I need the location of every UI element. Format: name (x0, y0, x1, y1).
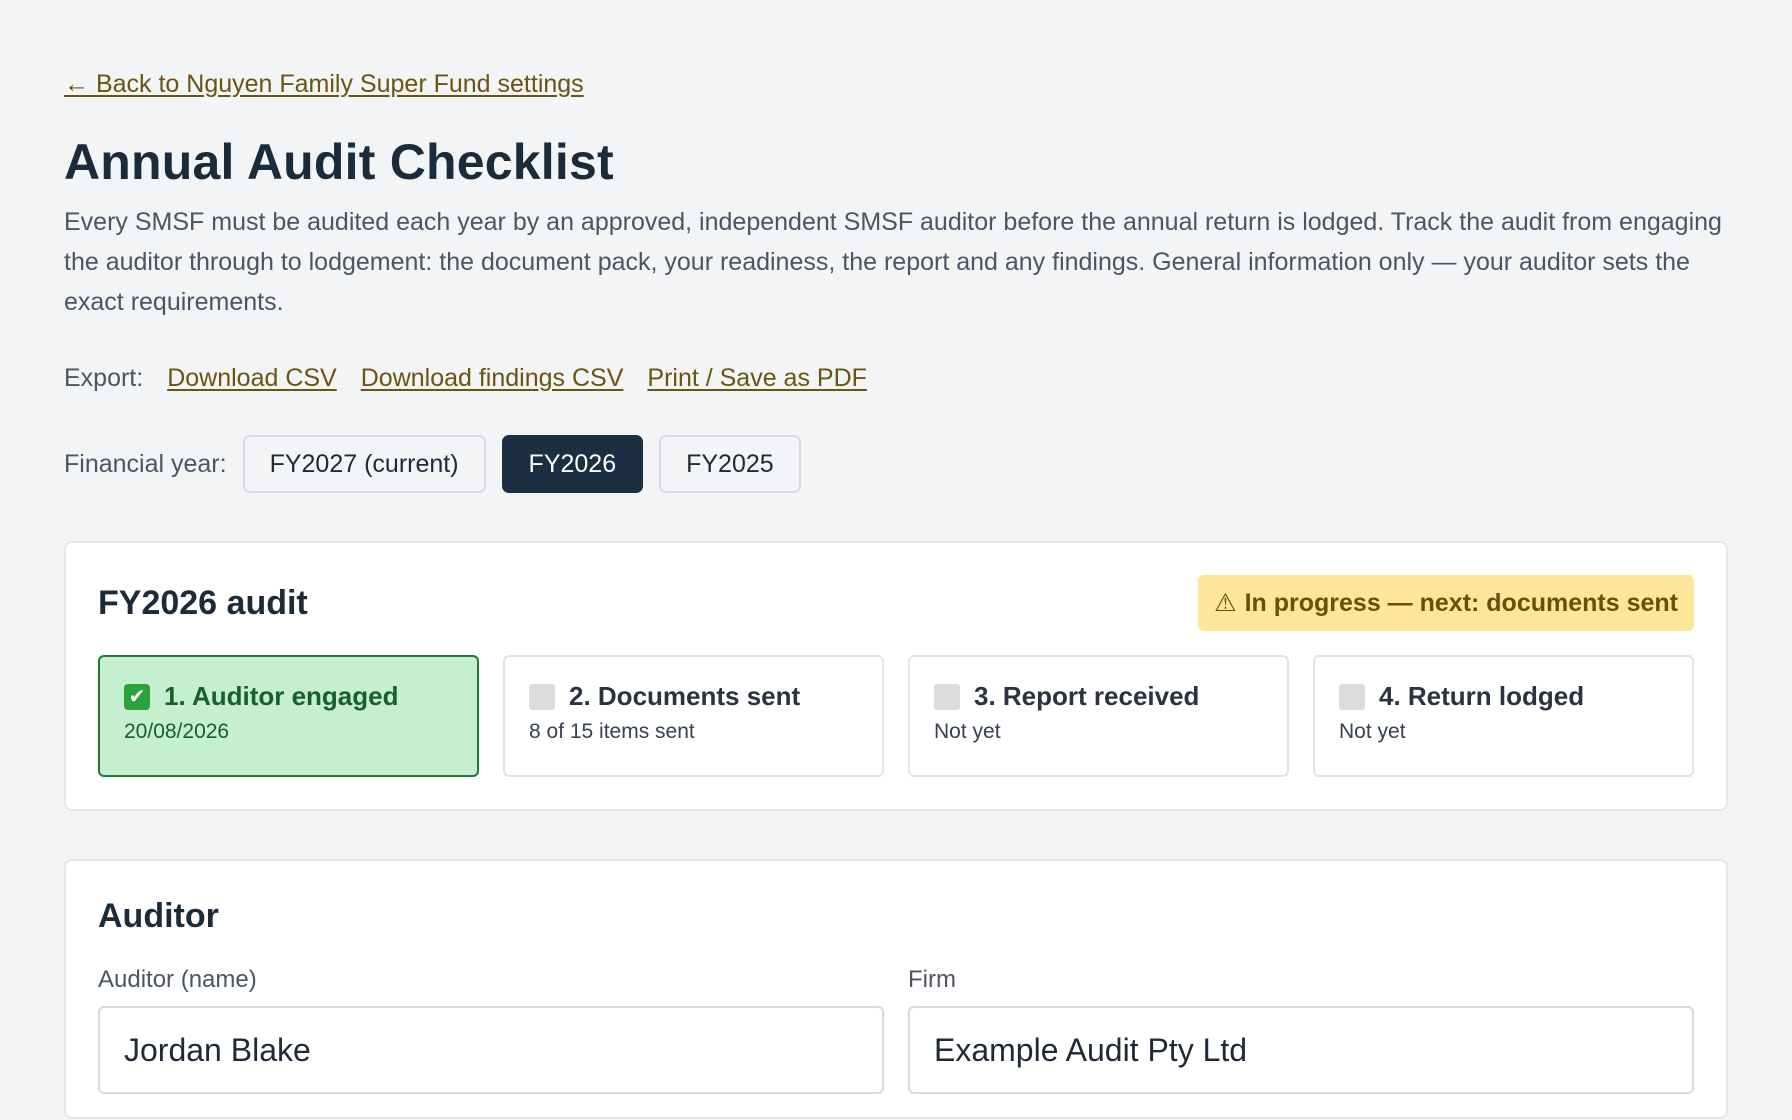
step-label: 1. Auditor engaged (164, 681, 399, 711)
export-label: Export: (64, 364, 144, 392)
auditor-name-field: Auditor (name) (98, 966, 884, 1094)
page-title: Annual Audit Checklist (64, 134, 614, 190)
step-detail: Not yet (934, 720, 1001, 743)
step-return-lodged[interactable]: 4. Return lodged Not yet (1313, 655, 1694, 777)
checkbox-checked-icon: ✔ (124, 683, 150, 710)
status-text: In progress — next: documents sent (1244, 588, 1678, 617)
auditor-name-input[interactable] (98, 1006, 884, 1094)
firm-input[interactable] (908, 1006, 1694, 1094)
step-auditor-engaged[interactable]: ✔ 1. Auditor engaged 20/08/2026 (98, 655, 479, 777)
step-label: 2. Documents sent (569, 681, 801, 711)
fy-button-fy2026[interactable]: FY2026 (501, 435, 644, 493)
audit-steps: ✔ 1. Auditor engaged 20/08/2026 2. Docum… (98, 655, 1694, 777)
download-findings-csv-link[interactable]: Download findings CSV (361, 364, 624, 393)
step-label: 3. Report received (974, 681, 1200, 711)
download-csv-link[interactable]: Download CSV (167, 364, 337, 393)
auditor-form-row: Auditor (name) Firm (98, 966, 1694, 1094)
checkbox-empty-icon (934, 683, 960, 710)
step-label: 4. Return lodged (1379, 681, 1585, 711)
financial-year-selector: Financial year: FY2027 (current) FY2026 … (64, 435, 1728, 493)
audit-card-header: FY2026 audit ⚠ In progress — next: docum… (98, 575, 1694, 631)
step-detail: 20/08/2026 (124, 720, 230, 743)
auditor-card: Auditor Auditor (name) Firm (64, 859, 1728, 1119)
step-report-received[interactable]: 3. Report received Not yet (908, 655, 1289, 777)
financial-year-label: Financial year: (64, 449, 227, 478)
export-row: Export: Download CSV Download findings C… (64, 364, 1728, 393)
audit-checklist-page: ← Back to Nguyen Family Super Fund setti… (0, 0, 1792, 1119)
step-documents-sent[interactable]: 2. Documents sent 8 of 15 items sent (503, 655, 884, 777)
checkbox-empty-icon (1339, 683, 1365, 710)
auditor-name-label: Auditor (name) (98, 966, 257, 993)
audit-card-title: FY2026 audit (98, 583, 308, 622)
step-detail: Not yet (1339, 720, 1406, 743)
firm-field: Firm (908, 966, 1694, 1094)
fy-button-fy2025[interactable]: FY2025 (659, 435, 801, 493)
fy-button-fy2027[interactable]: FY2027 (current) (242, 435, 486, 493)
warning-icon: ⚠ (1214, 589, 1237, 617)
checkbox-empty-icon (529, 683, 555, 710)
auditor-card-title: Auditor (98, 897, 219, 935)
back-to-fund-settings-link[interactable]: ← Back to Nguyen Family Super Fund setti… (64, 70, 584, 99)
status-badge: ⚠ In progress — next: documents sent (1198, 575, 1694, 631)
print-save-pdf-link[interactable]: Print / Save as PDF (647, 364, 867, 393)
audit-progress-card: FY2026 audit ⚠ In progress — next: docum… (64, 541, 1728, 811)
page-intro: Every SMSF must be audited each year by … (64, 208, 1722, 316)
step-detail: 8 of 15 items sent (529, 720, 695, 743)
firm-label: Firm (908, 966, 956, 993)
